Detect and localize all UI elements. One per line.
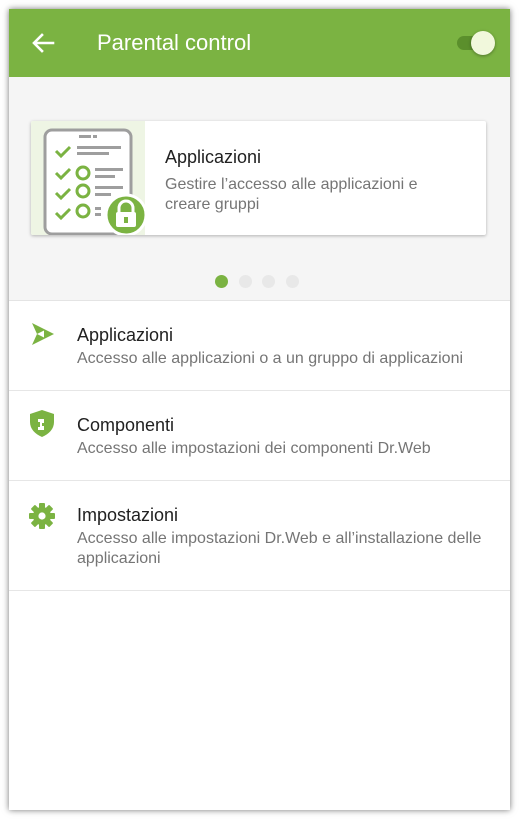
list-item-title: Applicazioni bbox=[77, 325, 174, 345]
gear-icon bbox=[29, 503, 55, 529]
list-item-applicazioni[interactable]: Applicazioni Accesso alle applicazioni o… bbox=[9, 301, 510, 391]
parental-control-toggle[interactable] bbox=[455, 31, 497, 55]
list-item-title: Componenti bbox=[77, 415, 175, 435]
page-dot-1[interactable] bbox=[215, 275, 228, 288]
checklist-lock-icon bbox=[31, 121, 148, 235]
page-dot-2[interactable] bbox=[239, 275, 252, 288]
banner-title: Applicazioni bbox=[165, 147, 262, 167]
list-item-componenti[interactable]: Componenti Accesso alle impostazioni dei… bbox=[9, 391, 510, 481]
list-item-impostazioni[interactable]: Impostazioni Accesso alle impostazioni D… bbox=[9, 481, 510, 591]
app-bar: Parental control bbox=[9, 9, 510, 77]
list-item-title: Impostazioni bbox=[77, 505, 179, 525]
page-title: Parental control bbox=[97, 30, 252, 55]
app-window: Parental control Applicazioni Gestire l’… bbox=[9, 9, 510, 810]
list-item-description: Accesso alle applicazioni o a un gruppo … bbox=[77, 350, 464, 367]
list-item-description: Accesso alle impostazioni dei componenti… bbox=[77, 440, 431, 457]
page-dot-4[interactable] bbox=[286, 275, 299, 288]
play-arrow-icon bbox=[32, 323, 54, 345]
banner-description: Gestire l’accesso alle applicazioni e cr… bbox=[165, 176, 418, 213]
shield-icon bbox=[30, 410, 54, 437]
banner-card[interactable]: Applicazioni Gestire l’accesso alle appl… bbox=[31, 121, 486, 235]
back-button[interactable] bbox=[27, 27, 59, 59]
page-indicator bbox=[215, 275, 305, 289]
arrow-left-icon bbox=[32, 33, 55, 53]
banner-carousel: Applicazioni Gestire l’accesso alle appl… bbox=[9, 77, 510, 301]
toggle-thumb bbox=[471, 31, 495, 55]
page-dot-3[interactable] bbox=[262, 275, 275, 288]
list-item-description: Accesso alle impostazioni Dr.Web e all’i… bbox=[77, 530, 482, 567]
